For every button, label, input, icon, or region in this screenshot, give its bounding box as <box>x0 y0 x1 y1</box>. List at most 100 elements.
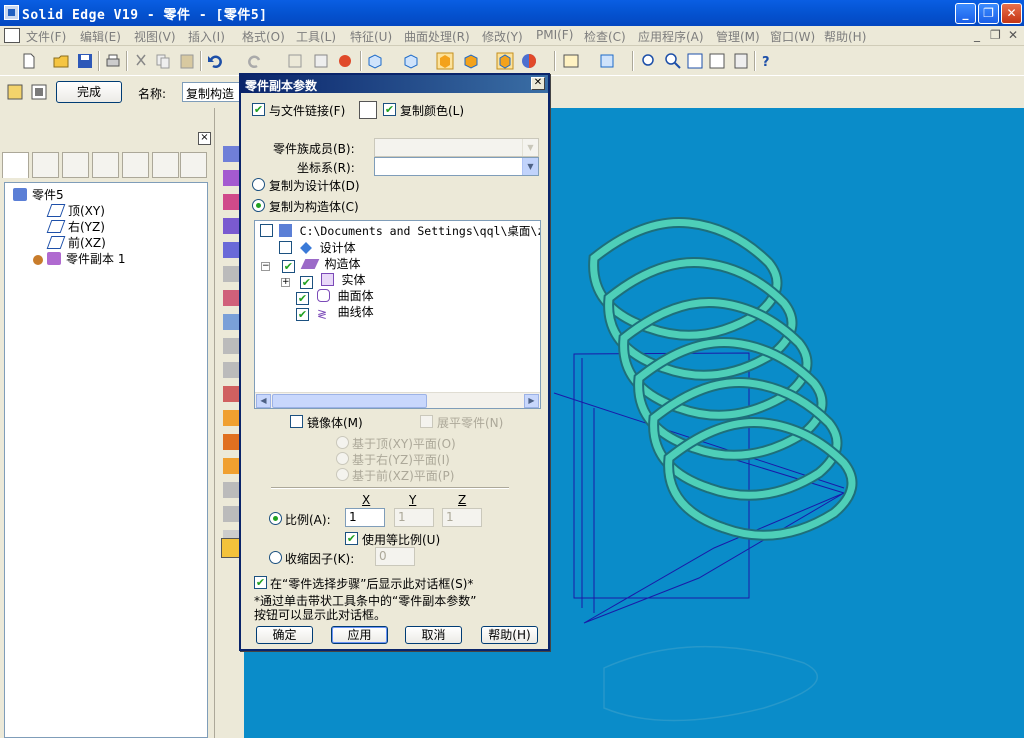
cutout-icon[interactable] <box>223 194 239 210</box>
round-icon[interactable] <box>223 266 239 282</box>
pattern-icon[interactable] <box>223 362 239 378</box>
undo-icon[interactable] <box>206 52 224 70</box>
tab-layers-icon[interactable] <box>92 152 119 178</box>
part-copy-tool-icon[interactable] <box>221 538 241 558</box>
scroll-right-icon[interactable]: ▶ <box>524 394 539 408</box>
mdi-close-icon[interactable]: ✕ <box>1008 28 1018 42</box>
rotate-icon[interactable] <box>732 52 750 70</box>
color-tool-icon[interactable] <box>336 52 354 70</box>
tab-library-icon[interactable] <box>152 152 179 178</box>
menu-insert[interactable]: 插入(I) <box>188 28 225 45</box>
restore-button[interactable]: ❐ <box>978 3 999 24</box>
expand-icon[interactable]: + <box>281 278 290 287</box>
finish-button[interactable]: 完成 <box>56 81 122 103</box>
mirror-icon[interactable] <box>223 386 239 402</box>
base-top-radio[interactable] <box>336 436 349 449</box>
menu-format[interactable]: 格式(O) <box>242 28 285 45</box>
design-body-checkbox[interactable] <box>279 241 292 254</box>
menu-features[interactable]: 特征(U) <box>350 28 392 45</box>
helix-icon[interactable] <box>223 482 239 498</box>
browse-file-icon[interactable] <box>359 101 377 119</box>
tree-item-right-plane[interactable]: 右(YZ) <box>46 218 105 235</box>
scroll-thumb[interactable] <box>272 394 427 408</box>
family-member-select[interactable]: ▼ <box>374 138 539 157</box>
tree-item-front-plane[interactable]: 前(XZ) <box>46 234 106 251</box>
shrink-factor-input[interactable]: 0 <box>375 547 415 566</box>
sweep-icon[interactable] <box>223 434 239 450</box>
view-manager-icon[interactable] <box>562 52 580 70</box>
tree-item-part[interactable]: 零件5 <box>13 186 64 203</box>
minimize-button[interactable]: _ <box>955 3 976 24</box>
sphere-render-icon[interactable] <box>520 52 538 70</box>
loft-icon[interactable] <box>223 458 239 474</box>
shrink-factor-radio[interactable] <box>269 551 282 564</box>
fit-icon[interactable] <box>686 52 704 70</box>
mdi-restore-icon[interactable]: ❐ <box>990 28 1001 42</box>
uniform-scale-checkbox[interactable]: ✔ <box>345 532 358 545</box>
menu-view[interactable]: 视图(V) <box>134 28 176 45</box>
copy-icon[interactable] <box>154 52 172 70</box>
curve-body-checkbox[interactable]: ✔ <box>296 308 309 321</box>
part-copy-parameters-icon[interactable] <box>30 83 48 101</box>
document-icon[interactable] <box>4 28 20 43</box>
shaded-icon[interactable] <box>436 52 454 70</box>
menu-modify[interactable]: 修改(Y) <box>482 28 523 45</box>
fit-view-icon[interactable] <box>598 52 616 70</box>
tree-design-body[interactable]: 设计体 <box>279 239 356 256</box>
normal-icon[interactable] <box>223 506 239 522</box>
collapse-icon[interactable]: − <box>261 262 270 271</box>
menu-window[interactable]: 窗口(W) <box>770 28 815 45</box>
print-icon[interactable] <box>104 52 122 70</box>
view-cube-icon[interactable] <box>366 52 384 70</box>
scale-x-input[interactable]: 1 <box>345 508 385 527</box>
menu-surfacing[interactable]: 曲面处理(R) <box>404 28 470 45</box>
mdi-minimize-icon[interactable]: _ <box>974 28 980 42</box>
menu-manage[interactable]: 管理(M) <box>716 28 760 45</box>
copy-color-checkbox[interactable]: ✔ <box>383 103 396 116</box>
base-front-radio[interactable] <box>336 468 349 481</box>
tree-root-file[interactable]: C:\Documents and Settings\qql\桌面\z <box>260 223 540 239</box>
part-tool-icon[interactable] <box>312 52 330 70</box>
tree-curve-body[interactable]: ✔ ≷ 曲线体 <box>296 303 374 321</box>
zoom-icon[interactable] <box>664 52 682 70</box>
scale-y-input[interactable]: 1 <box>394 508 434 527</box>
tab-features-icon[interactable] <box>32 152 59 178</box>
pan-icon[interactable] <box>708 52 726 70</box>
view-orient-icon[interactable] <box>402 52 420 70</box>
copy-as-construction-radio[interactable] <box>252 199 265 212</box>
shaded-edges-icon[interactable] <box>462 52 480 70</box>
dialog-close-button[interactable]: ✕ <box>531 77 545 90</box>
rib-icon[interactable] <box>223 242 239 258</box>
scroll-left-icon[interactable]: ◀ <box>256 394 271 408</box>
show-dialog-checkbox[interactable]: ✔ <box>254 576 267 589</box>
tab-settings-icon[interactable] <box>180 152 207 178</box>
tree-horizontal-scrollbar[interactable]: ◀ ▶ <box>255 392 540 408</box>
solid-edge-app-icon[interactable] <box>4 5 19 20</box>
save-icon[interactable] <box>76 52 94 70</box>
flatten-part-checkbox[interactable] <box>420 415 433 428</box>
ok-button[interactable]: 确定 <box>256 626 313 644</box>
mirror-body-checkbox[interactable] <box>290 415 303 428</box>
scale-radio[interactable] <box>269 512 282 525</box>
chamfer-icon[interactable] <box>223 290 239 306</box>
menu-applications[interactable]: 应用程序(A) <box>638 28 704 45</box>
tab-family-icon[interactable] <box>62 152 89 178</box>
draft-icon[interactable] <box>223 338 239 354</box>
menu-tools[interactable]: 工具(L) <box>296 28 336 45</box>
thin-wall-icon[interactable] <box>223 314 239 330</box>
scale-z-input[interactable]: 1 <box>442 508 482 527</box>
help-button[interactable]: 帮助(H) <box>481 626 538 644</box>
coordinate-system-select[interactable]: ▼ <box>374 157 539 176</box>
base-right-radio[interactable] <box>336 452 349 465</box>
close-pane-icon[interactable]: × <box>198 132 211 145</box>
cancel-button[interactable]: 取消 <box>405 626 462 644</box>
menu-inspect[interactable]: 检查(C) <box>584 28 626 45</box>
menu-edit[interactable]: 编辑(E) <box>80 28 121 45</box>
open-folder-icon[interactable] <box>52 52 70 70</box>
ribbon-step-icon[interactable] <box>6 83 24 101</box>
new-file-icon[interactable] <box>20 52 38 70</box>
name-input[interactable]: 复制构造 <box>182 82 246 102</box>
apply-button[interactable]: 应用 <box>331 626 388 644</box>
menu-help[interactable]: 帮助(H) <box>824 28 866 45</box>
thicken-icon[interactable] <box>223 410 239 426</box>
